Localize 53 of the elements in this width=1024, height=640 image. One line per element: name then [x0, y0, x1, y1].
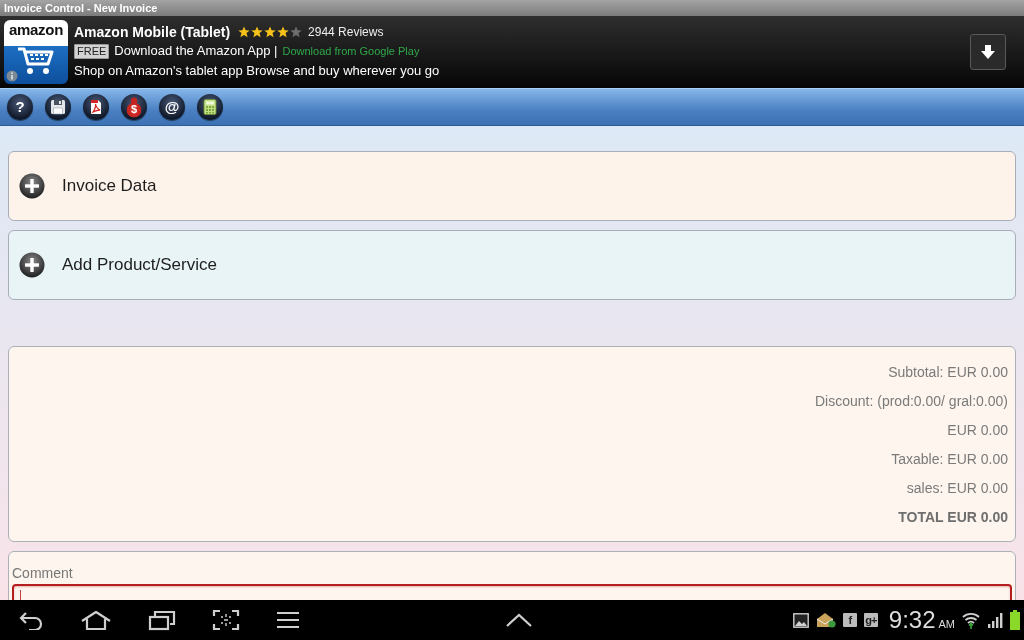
plus-circle-icon[interactable] — [19, 252, 45, 278]
clock-time: 9:32 — [888, 605, 936, 635]
price-badge: FREE — [74, 43, 110, 59]
email-button[interactable]: @ — [159, 94, 185, 120]
wifi-icon — [962, 611, 980, 629]
grand-total: TOTAL EUR 0.00 — [898, 508, 1008, 527]
menu-icon[interactable] — [276, 611, 300, 629]
up-caret-icon[interactable] — [506, 613, 532, 627]
store-link[interactable]: Download from Google Play — [282, 42, 420, 60]
info-icon[interactable] — [6, 70, 18, 82]
section-panel[interactable]: Add Product/Service — [8, 230, 1016, 300]
download-button[interactable] — [970, 34, 1006, 70]
download-arrow-icon — [981, 45, 995, 59]
save-button[interactable] — [45, 94, 71, 120]
logo-text: amazon — [7, 20, 65, 38]
section-panel[interactable]: Invoice Data — [8, 151, 1016, 221]
calculator-icon — [202, 99, 218, 115]
screenshot-icon[interactable] — [212, 609, 240, 631]
clock-meridiem: AM — [938, 616, 955, 632]
pdf-button[interactable] — [83, 94, 109, 120]
review-count: 2944 Reviews — [308, 24, 384, 41]
section-title: Invoice Data — [62, 175, 157, 198]
text-cursor — [20, 590, 21, 600]
ad-description: Shop on Amazon's tablet app Browse and buy wherever you go — [74, 62, 440, 81]
star-filled-icon — [251, 26, 264, 38]
notification-tile: f — [842, 613, 857, 627]
shopping-cart-icon — [16, 46, 56, 76]
calculator-button[interactable] — [197, 94, 223, 120]
comment-label: Comment — [12, 565, 73, 581]
recent-apps-icon[interactable] — [148, 609, 176, 631]
ad-headline: Download the Amazon App | — [114, 42, 278, 61]
back-icon[interactable] — [18, 610, 44, 630]
document-icon — [88, 99, 104, 115]
plus-circle-icon[interactable] — [19, 173, 45, 199]
total-line: Taxable: EUR 0.00 — [891, 450, 1008, 469]
signal-icon — [987, 612, 1003, 628]
total-line: Discount: (prod:0.00/ gral:0.00) — [815, 392, 1008, 411]
picture-icon — [792, 612, 809, 628]
home-icon[interactable] — [80, 610, 112, 630]
star-filled-icon — [264, 26, 277, 38]
notification-tile: g+ — [863, 613, 878, 627]
star-filled-icon — [277, 26, 290, 38]
total-line: EUR 0.00 — [947, 421, 1008, 440]
star-filled-icon — [238, 26, 251, 38]
battery-icon — [1010, 610, 1020, 630]
mail-icon — [815, 612, 836, 628]
total-line: sales: EUR 0.00 — [906, 479, 1008, 498]
section-title: Add Product/Service — [62, 254, 217, 277]
money-bag-button[interactable]: $ — [121, 94, 147, 120]
window-title: Invoice Control - New Invoice — [3, 1, 158, 16]
help-button[interactable]: ? — [7, 94, 33, 120]
total-line: Subtotal: EUR 0.00 — [888, 363, 1008, 382]
app-name: Amazon Mobile (Tablet) — [74, 22, 231, 42]
